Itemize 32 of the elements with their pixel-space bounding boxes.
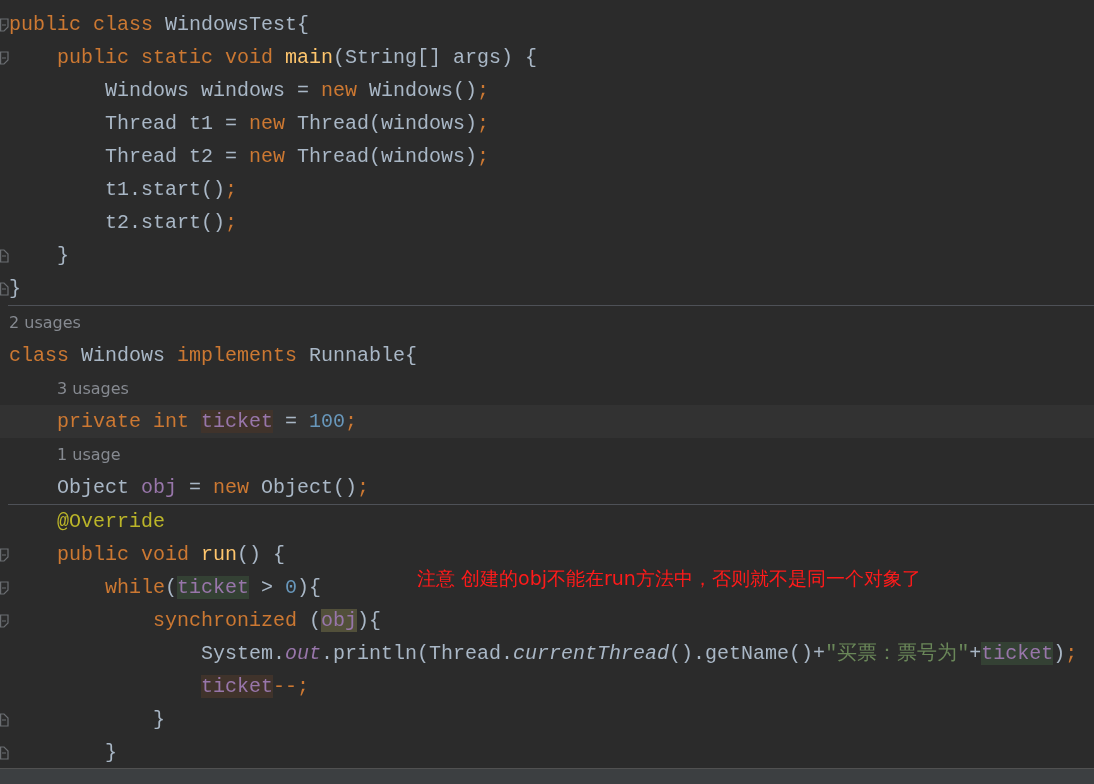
fold-icon[interactable] xyxy=(0,248,9,263)
code-line: synchronized (obj){ xyxy=(153,608,382,634)
code-line: public static void main(String[] args) { xyxy=(57,45,538,71)
code-line: Object obj = new Object(); xyxy=(57,475,370,501)
usage-hint[interactable]: 3 usages xyxy=(57,379,129,398)
fold-icon[interactable] xyxy=(0,281,9,296)
code-line: Thread t2 = new Thread(windows); xyxy=(105,144,490,170)
code-line: } xyxy=(153,707,165,733)
code-line: Thread t1 = new Thread(windows); xyxy=(105,111,490,137)
fold-icon[interactable] xyxy=(0,17,9,32)
fold-icon[interactable] xyxy=(0,50,9,65)
code-line: public class WindowsTest{ xyxy=(9,12,310,38)
fold-icon[interactable] xyxy=(0,613,9,628)
code-line: } xyxy=(9,276,21,302)
fold-icon[interactable] xyxy=(0,580,9,595)
code-line: t2.start(); xyxy=(105,210,238,236)
code-line: @Override xyxy=(57,509,166,535)
fold-icon[interactable] xyxy=(0,712,9,727)
code-line: class Windows implements Runnable{ xyxy=(9,343,418,369)
code-line: while(ticket > 0){ xyxy=(105,575,322,601)
fold-icon[interactable] xyxy=(0,547,9,562)
code-line: t1.start(); xyxy=(105,177,238,203)
code-line: private int ticket = 100; xyxy=(57,409,358,435)
code-line: System.out.println(Thread.currentThread().getName()+"买票：票号为"+ticket); xyxy=(201,641,1078,667)
usage-hint[interactable]: 2 usages xyxy=(9,313,81,332)
annotation-note: 注意 创建的obj不能在run方法中，否则就不是同一个对象了 xyxy=(417,566,921,591)
usage-hint[interactable]: 1 usage xyxy=(57,445,121,464)
code-line: public void run() { xyxy=(57,542,286,568)
code-line: Windows windows = new Windows(); xyxy=(105,78,490,104)
fold-icon[interactable] xyxy=(0,745,9,760)
code-line: } xyxy=(105,740,117,766)
code-line: } xyxy=(57,243,69,269)
